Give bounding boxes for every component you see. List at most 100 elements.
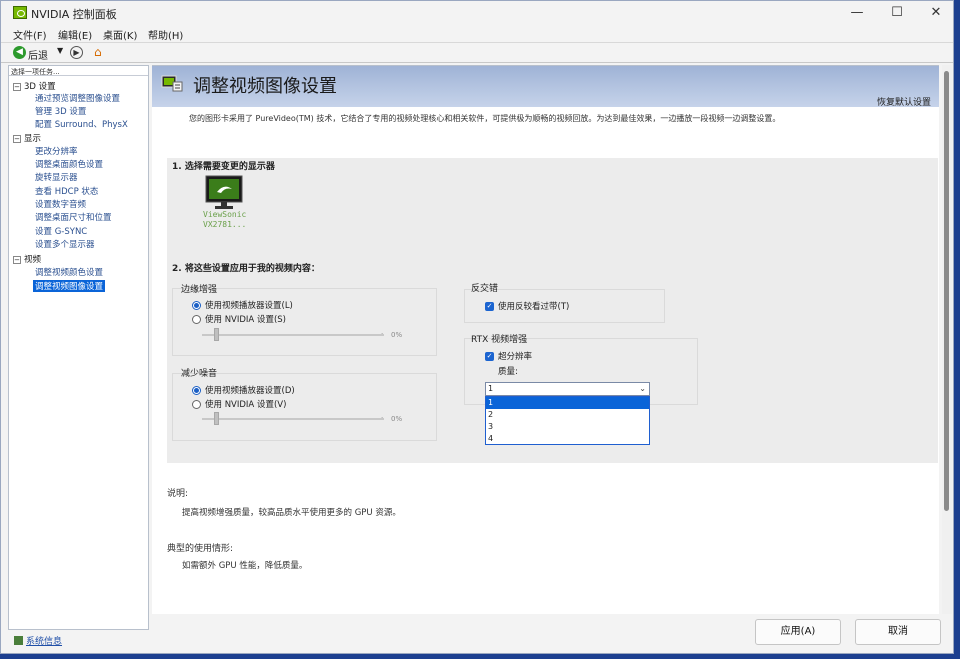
explanation-text: 提高视频增强质量，较高品质水平使用更多的 GPU 资源。 xyxy=(182,508,401,518)
usage-label: 典型的使用情形: xyxy=(167,544,234,554)
noise-slider-marker: · xyxy=(381,414,384,422)
minimize-button[interactable]: — xyxy=(837,1,877,25)
system-info-link[interactable]: 系统信息 xyxy=(26,634,62,647)
tree-item-resolution[interactable]: 更改分辨率 xyxy=(35,145,78,157)
cancel-button[interactable]: 取消 xyxy=(855,619,941,645)
menu-bar: 文件(F) 编辑(E) 桌面(K) 帮助(H) xyxy=(1,26,953,42)
menu-desktop[interactable]: 桌面(K) xyxy=(103,27,137,42)
quality-option-4[interactable]: 4 xyxy=(486,433,649,445)
menu-edit[interactable]: 编辑(E) xyxy=(58,27,92,42)
tree-item-surround-physx[interactable]: 配置 Surround、PhysX xyxy=(35,118,128,130)
tree-node-video[interactable]: − 视频 xyxy=(13,253,41,265)
quality-option-3[interactable]: 3 xyxy=(486,421,649,433)
tree-item-desktop-size[interactable]: 调整桌面尺寸和位置 xyxy=(35,211,112,223)
monitor-label[interactable]: ViewSonic VX2781... xyxy=(203,210,246,230)
step2-label: 2. 将这些设置应用于我的视频内容： xyxy=(172,264,320,274)
checkbox-checked-icon[interactable]: ✓ xyxy=(485,302,494,311)
tree-item-digital-audio[interactable]: 设置数字音频 xyxy=(35,198,86,210)
back-button[interactable]: 后退 xyxy=(28,47,48,62)
system-info-icon[interactable] xyxy=(14,636,23,645)
edge-slider-thumb[interactable] xyxy=(214,328,219,341)
radio-icon[interactable] xyxy=(192,400,201,409)
page-description: 您的图形卡采用了 PureVideo(TM) 技术，它结合了专用的视频处理核心和… xyxy=(189,114,781,123)
deinterlace-title: 反交错 xyxy=(471,284,499,294)
radio-selected-icon[interactable] xyxy=(192,301,201,310)
noise-player-radio[interactable]: 使用视频播放器设置(D) xyxy=(192,384,295,396)
checkbox-label: 超分辨率 xyxy=(498,352,533,362)
toolbar: ◀ 后退 ▼ ▶ ⌂ xyxy=(1,42,953,63)
super-resolution-checkbox[interactable]: ✓ 超分辨率 xyxy=(485,350,532,362)
explanation-label: 说明: xyxy=(167,489,189,499)
quality-select[interactable]: 1 ⌄ xyxy=(485,382,650,396)
tree-item-manage-3d[interactable]: 管理 3D 设置 xyxy=(35,105,86,117)
radio-selected-icon[interactable] xyxy=(192,386,201,395)
quality-selected-value: 1 xyxy=(488,384,494,393)
video-settings-icon xyxy=(161,75,183,92)
app-window: NVIDIA 控制面板 — ☐ ✕ 文件(F) 编辑(E) 桌面(K) 帮助(H… xyxy=(0,0,954,654)
tree-item-multi-display[interactable]: 设置多个显示器 xyxy=(35,238,95,250)
restore-defaults-link[interactable]: 恢复默认设置 xyxy=(877,95,931,108)
quality-option-1[interactable]: 1 xyxy=(486,397,649,409)
monitor-name-line1: ViewSonic xyxy=(203,210,247,219)
radio-label: 使用视频播放器设置(D) xyxy=(205,386,295,396)
tree-item-preview-image[interactable]: 通过预览调整图像设置 xyxy=(35,92,120,104)
task-tree: 选择一项任务... −3D 设置 通过预览调整图像设置 管理 3D 设置 配置 … xyxy=(8,65,149,630)
tree-node-label: 3D 设置 xyxy=(24,82,56,92)
tree-item-gsync[interactable]: 设置 G-SYNC xyxy=(35,225,87,237)
tree-node-label: 视频 xyxy=(24,255,42,265)
scrollbar-thumb[interactable] xyxy=(944,71,949,511)
page-title: 调整视频图像设置 xyxy=(193,76,337,97)
radio-label: 使用视频播放器设置(L) xyxy=(205,301,293,311)
edge-slider-value: 0% xyxy=(391,331,403,339)
edge-slider-marker: · xyxy=(381,330,384,338)
radio-icon[interactable] xyxy=(192,315,201,324)
menu-help[interactable]: 帮助(H) xyxy=(148,27,183,42)
noise-slider-track[interactable] xyxy=(202,418,384,420)
chevron-down-icon[interactable]: ⌄ xyxy=(639,383,646,395)
quality-label: 质量: xyxy=(498,367,518,377)
noise-nvidia-radio[interactable]: 使用 NVIDIA 设置(V) xyxy=(192,398,286,410)
usage-text: 如需额外 GPU 性能，降低质量。 xyxy=(182,561,308,571)
monitor-name-line2: VX2781... xyxy=(203,220,247,229)
page-header: 调整视频图像设置 恢复默认设置 xyxy=(152,66,939,108)
apply-button[interactable]: 应用(A) xyxy=(755,619,841,645)
step1-label: 1. 选择需要变更的显示器 xyxy=(172,162,275,172)
window-title: NVIDIA 控制面板 xyxy=(31,8,117,21)
edge-player-radio[interactable]: 使用视频播放器设置(L) xyxy=(192,299,293,311)
checkbox-checked-icon[interactable]: ✓ xyxy=(485,352,494,361)
tree-item-desktop-color[interactable]: 调整桌面颜色设置 xyxy=(35,158,103,170)
tree-node-label: 显示 xyxy=(24,134,42,144)
tree-item-hdcp[interactable]: 查看 HDCP 状态 xyxy=(35,185,98,197)
forward-arrow-icon[interactable]: ▶ xyxy=(70,46,83,59)
tree-node-3d[interactable]: −3D 设置 xyxy=(13,80,56,92)
tree-item-rotate-display[interactable]: 旋转显示器 xyxy=(35,171,78,183)
home-icon[interactable]: ⌂ xyxy=(94,45,102,59)
collapse-icon[interactable]: − xyxy=(13,82,21,91)
edge-slider-track[interactable] xyxy=(202,334,384,336)
content-pane: 调整视频图像设置 恢复默认设置 您的图形卡采用了 PureVideo(TM) 技… xyxy=(152,65,939,614)
tree-item-video-color[interactable]: 调整视频颜色设置 xyxy=(35,266,103,278)
back-dropdown-icon[interactable]: ▼ xyxy=(57,46,63,55)
tree-node-display[interactable]: − 显示 xyxy=(13,132,41,144)
close-button[interactable]: ✕ xyxy=(916,1,953,25)
checkbox-label: 使用反较看过带(T) xyxy=(498,302,570,312)
edge-nvidia-radio[interactable]: 使用 NVIDIA 设置(S) xyxy=(192,313,286,325)
collapse-icon[interactable]: − xyxy=(13,134,21,143)
deinterlace-checkbox[interactable]: ✓ 使用反较看过带(T) xyxy=(485,300,569,312)
rtx-video-title: RTX 视频增强 xyxy=(471,335,528,345)
quality-dropdown-list: 1 2 3 4 xyxy=(485,396,650,445)
maximize-button[interactable]: ☐ xyxy=(877,1,917,25)
menu-file[interactable]: 文件(F) xyxy=(13,27,47,42)
title-bar: NVIDIA 控制面板 — ☐ ✕ xyxy=(1,1,953,25)
noise-slider-thumb[interactable] xyxy=(214,412,219,425)
back-arrow-icon[interactable]: ◀ xyxy=(13,46,26,59)
radio-label: 使用 NVIDIA 设置(S) xyxy=(205,315,286,325)
collapse-icon[interactable]: − xyxy=(13,255,21,264)
edge-enhancement-title: 边缘增强 xyxy=(181,285,218,295)
vertical-scrollbar[interactable] xyxy=(942,65,952,614)
tree-item-video-image-selected[interactable]: 调整视频图像设置 xyxy=(33,280,106,292)
monitor-icon[interactable] xyxy=(205,175,243,211)
quality-option-2[interactable]: 2 xyxy=(486,409,649,421)
noise-slider-value: 0% xyxy=(391,415,403,423)
divider xyxy=(9,75,148,76)
